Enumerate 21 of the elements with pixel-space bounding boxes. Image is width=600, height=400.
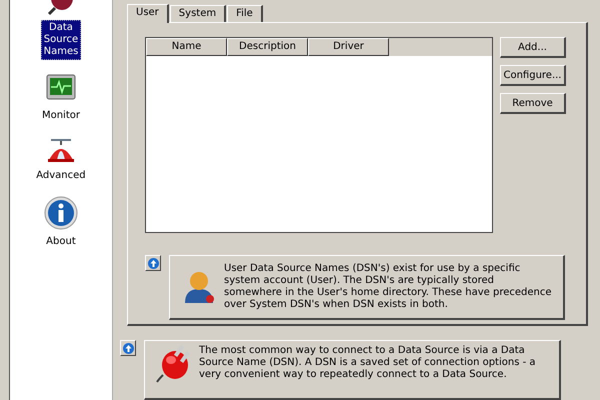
info-icon [44,196,78,230]
collapse-button[interactable] [145,255,161,271]
column-header[interactable]: Driver [308,38,389,56]
tab[interactable]: File [227,5,263,22]
sidebar-item[interactable]: Data Source Names [40,20,82,60]
column-header[interactable]: Name [146,38,227,56]
description-text: The most common way to connect to a Data Source is via a Data Source Name (DSN). A DSN is a saved set of connection options - a very convenient way to repeatedly connect to a Data Source. [199,345,537,381]
column-header[interactable]: Description [227,38,308,56]
tab[interactable]: User [127,4,169,23]
sidebar-item[interactable]: Advanced [33,168,89,184]
sidebar-item[interactable]: Monitor [38,108,83,124]
button[interactable]: Remove [500,93,566,114]
description-text: User Data Source Names (DSN's) exist for use by a specific system account (User). The DSN's are typically stored somewhere in the User's home directory. These have precedence over System DSN's when DSN exists in both. [224,263,553,311]
collapse-button[interactable] [120,340,136,356]
user-icon [182,269,216,305]
button[interactable]: Configure... [500,65,566,86]
table[interactable]: Name Description Driver [145,37,493,233]
button[interactable]: Add... [500,37,566,58]
plug-icon [155,343,191,383]
tab[interactable]: System [170,5,226,22]
sidebar-item[interactable]: About [43,234,79,250]
